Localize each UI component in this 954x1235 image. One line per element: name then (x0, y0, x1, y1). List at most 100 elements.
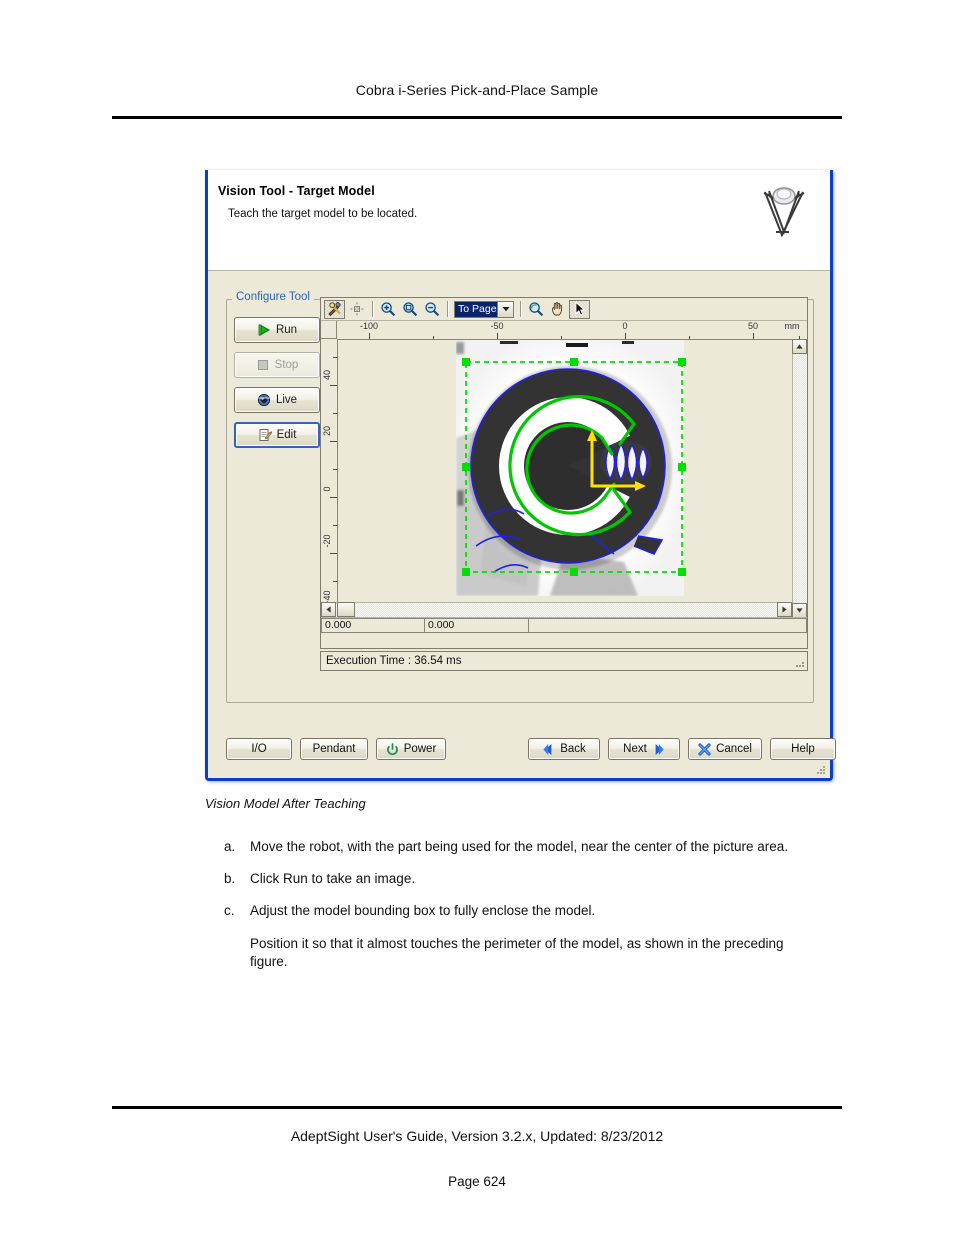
cancel-button[interactable]: Cancel (688, 738, 762, 760)
crosshair-icon (350, 302, 363, 316)
viewer-horizontal-scrollbar[interactable] (321, 602, 792, 617)
live-button[interactable]: Live (234, 387, 320, 413)
pendant-button[interactable]: Pendant (300, 738, 368, 760)
chevron-right-icon (655, 743, 664, 755)
dialog-button-bar: I/O Pendant Power Back Next Cancel Help (208, 738, 836, 768)
dialog-header-subtitle: Teach the target model to be located. (228, 208, 418, 220)
vision-image-canvas[interactable] (338, 340, 791, 618)
hruler-label-1: -50 (490, 321, 504, 331)
back-button[interactable]: Back (528, 738, 600, 760)
hruler-unit-label: mm (784, 321, 800, 331)
toolbar-separator-3 (520, 301, 521, 317)
magnifier-tool-button[interactable] (525, 300, 546, 319)
scroll-up-button[interactable] (792, 339, 807, 354)
hruler-label-2: 0 (622, 321, 628, 331)
edit-button-label: Edit (276, 429, 297, 441)
stop-button-label: Stop (274, 359, 299, 371)
dialog-header-title: Vision Tool - Target Model (218, 184, 375, 198)
viewer-vertical-scrollbar[interactable] (792, 339, 807, 618)
vruler-label-2: 0 (322, 486, 332, 492)
configure-tool-label: Configure Tool (232, 291, 314, 303)
scroll-down-button[interactable] (792, 603, 807, 618)
tool-action-buttons: Run Stop Live Edit (234, 317, 320, 457)
stop-icon (257, 360, 268, 370)
list-item-marker: a. (224, 839, 236, 854)
resize-grip-icon (796, 662, 804, 667)
camera-icon (257, 393, 271, 407)
magnifier-icon (528, 302, 543, 317)
io-button[interactable]: I/O (226, 738, 292, 760)
zoom-fit-icon (402, 302, 417, 317)
image-viewer: To Page -100 -50 0 50 mm 40 20 0 -20 -40… (320, 297, 808, 649)
toolbar-separator (372, 301, 373, 317)
dialog-body: Configure Tool Run Stop Live Edit To Pag… (208, 271, 836, 778)
execution-time-text: Execution Time : 36.54 ms (326, 655, 462, 667)
scroll-left-button[interactable] (321, 602, 336, 617)
hand-icon (551, 302, 562, 316)
status-field-x: 0.000 (321, 618, 425, 633)
adeptsight-dialog: Vision Tool - Target Model Teach the tar… (205, 170, 836, 781)
document-page: Cobra i-Series Pick-and-Place Sample Ade… (0, 0, 954, 1235)
tools-button[interactable] (324, 299, 345, 319)
dialog-header: Vision Tool - Target Model Teach the tar… (208, 170, 830, 271)
next-button-label: Next (623, 743, 647, 755)
vision-image (338, 340, 791, 608)
chevron-left-icon (543, 743, 552, 755)
cancel-button-label: Cancel (716, 743, 752, 755)
back-button-label: Back (560, 743, 586, 755)
stop-button[interactable]: Stop (234, 352, 320, 378)
document-page-number: Page 624 (448, 1174, 506, 1189)
list-item-marker: b. (224, 871, 236, 887)
run-button[interactable]: Run (234, 317, 320, 343)
hruler-label-3: 50 (747, 321, 759, 331)
power-button-label: Power (403, 743, 437, 755)
list-item: b. Click Run to take an image. (224, 870, 804, 888)
scroll-right-button[interactable] (777, 602, 792, 617)
zoom-in-button[interactable] (377, 300, 398, 319)
help-button[interactable]: Help (770, 738, 836, 760)
power-button[interactable]: Power (376, 738, 446, 760)
help-button-label: Help (791, 743, 815, 755)
document-footer-text: AdeptSight User's Guide, Version 3.2.x, … (290, 1128, 664, 1144)
next-button[interactable]: Next (608, 738, 680, 760)
status-field-y: 0.000 (425, 618, 529, 633)
list-item-text: Click Run to take an image. (250, 871, 416, 887)
zoom-out-button[interactable] (421, 300, 442, 319)
arrow-icon (575, 301, 585, 316)
tools-icon (327, 302, 341, 317)
chevron-down-icon[interactable] (497, 301, 513, 317)
zoom-level-value: To Page (455, 301, 497, 317)
list-item: c. Adjust the model bounding box to full… (224, 902, 804, 971)
zoom-level-select[interactable]: To Page (454, 300, 514, 318)
ruler-corner (321, 321, 337, 339)
edit-icon (259, 429, 272, 441)
hruler-label-0: -100 (359, 321, 379, 331)
select-tool-button[interactable] (569, 299, 590, 319)
run-button-label: Run (275, 324, 298, 336)
delta-robot-icon (763, 187, 805, 238)
pendant-button-label: Pendant (312, 743, 356, 755)
footer-rule (112, 1106, 842, 1109)
crosshair-button[interactable] (346, 300, 367, 319)
vruler-label-3: -20 (322, 534, 332, 548)
vertical-ruler: 40 20 0 -20 -40 (321, 339, 338, 618)
document-header-title: Cobra i-Series Pick-and-Place Sample (355, 82, 599, 98)
vruler-label-1: 20 (322, 425, 332, 437)
x-icon (698, 742, 711, 756)
instruction-list: a. Move the robot, with the part being u… (224, 838, 804, 985)
header-rule (112, 116, 842, 119)
vruler-label-0: 40 (322, 369, 332, 381)
pan-tool-button[interactable] (547, 300, 568, 319)
dialog-resize-grip-icon (817, 766, 825, 774)
toolbar-separator-2 (447, 301, 448, 317)
list-item: a. Move the robot, with the part being u… (224, 838, 804, 856)
figure-caption: Vision Model After Teaching (205, 796, 366, 811)
zoom-out-icon (424, 302, 439, 317)
io-button-label: I/O (251, 743, 267, 755)
hscroll-thumb[interactable] (337, 602, 355, 617)
zoom-fit-button[interactable] (399, 300, 420, 319)
viewer-toolbar: To Page (321, 298, 807, 321)
power-icon (386, 742, 398, 755)
horizontal-ruler: -100 -50 0 50 mm (337, 321, 807, 340)
edit-button[interactable]: Edit (234, 422, 320, 448)
